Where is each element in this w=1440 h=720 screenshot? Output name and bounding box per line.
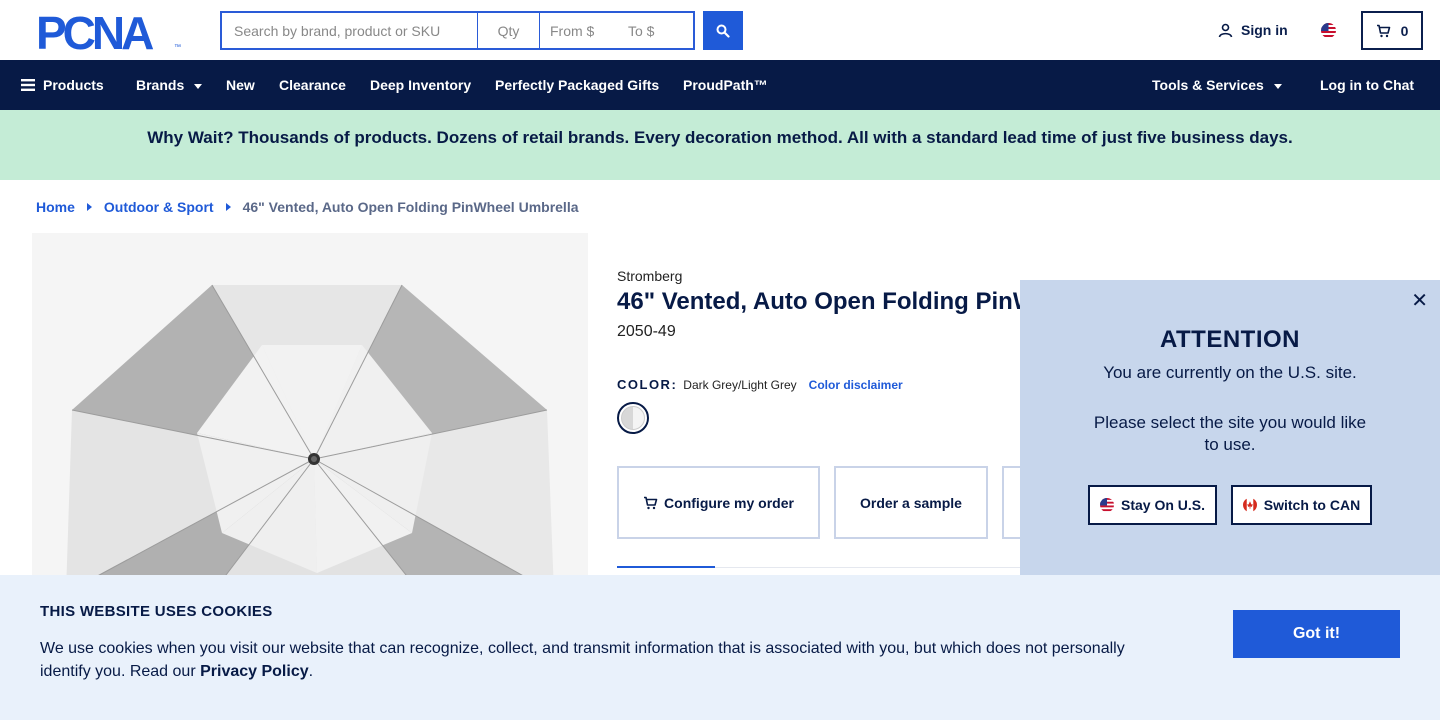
- search-bar: [220, 11, 743, 50]
- nav-deep-inventory-label: Deep Inventory: [370, 77, 472, 93]
- nav-chat-login[interactable]: Log in to Chat: [1320, 77, 1414, 93]
- product-image[interactable]: [32, 233, 588, 633]
- site-selector-modal: ✕ ATTENTION You are currently on the U.S…: [1020, 280, 1440, 575]
- color-swatch[interactable]: [617, 402, 649, 434]
- cookie-title: THIS WEBSITE USES COOKIES: [40, 603, 273, 620]
- attention-prompt: Please select the site you would like to…: [1093, 413, 1367, 454]
- nav-clearance[interactable]: Clearance: [279, 77, 346, 93]
- cookie-accept-button[interactable]: Got it!: [1233, 610, 1400, 658]
- cart-icon: [1376, 24, 1390, 37]
- top-header: PCNA ™ Sign in: [0, 0, 1440, 60]
- color-swatch-fill: [621, 406, 645, 430]
- user-icon: [1218, 23, 1233, 37]
- stay-us-label: Stay On U.S.: [1120, 497, 1206, 513]
- logo-text: PCNA: [36, 12, 153, 50]
- nav-tools-label: Tools & Services: [1152, 77, 1264, 93]
- chevron-down-icon: [194, 83, 203, 89]
- sign-in-label: Sign in: [1241, 22, 1288, 38]
- order-sample-label: Order a sample: [860, 494, 962, 511]
- active-tab-indicator: [617, 566, 715, 568]
- attention-current-site: You are currently on the U.S. site.: [1103, 363, 1357, 382]
- nav-deep-inventory[interactable]: Deep Inventory: [370, 77, 471, 93]
- switch-can-label: Switch to CAN: [1263, 497, 1361, 513]
- cart-button[interactable]: 0: [1361, 11, 1423, 50]
- color-disclaimer-link[interactable]: Color disclaimer: [809, 378, 903, 392]
- switch-can-button[interactable]: Switch to CAN: [1231, 485, 1372, 525]
- chevron-down-icon: [1273, 83, 1282, 89]
- price-to-input[interactable]: [628, 15, 686, 46]
- breadcrumb: Home Outdoor & Sport 46" Vented, Auto Op…: [36, 199, 579, 215]
- stay-us-button[interactable]: Stay On U.S.: [1088, 485, 1217, 525]
- color-row: COLOR: Dark Grey/Light Grey Color discla…: [617, 377, 903, 392]
- nav-chat-label: Log in to Chat: [1320, 77, 1415, 93]
- price-range: [540, 11, 695, 50]
- breadcrumb-category[interactable]: Outdoor & Sport: [104, 199, 214, 215]
- configure-order-label: Configure my order: [664, 494, 794, 511]
- nav-gifts-label: Perfectly Packaged Gifts: [495, 77, 660, 93]
- nav-new-label: New: [226, 77, 255, 93]
- umbrella-image: [32, 233, 588, 633]
- cart-count: 0: [1400, 22, 1409, 39]
- nav-brands-label: Brands: [136, 77, 185, 93]
- price-from-input[interactable]: [550, 15, 608, 46]
- product-title: 46" Vented, Auto Open Folding PinW: [617, 288, 1036, 315]
- page: PCNA ™ Sign in: [0, 0, 1440, 720]
- color-label: COLOR:: [617, 377, 678, 392]
- product-brand[interactable]: Stromberg: [617, 268, 682, 284]
- promo-text: Why Wait? Thousands of products. Dozens …: [147, 128, 1293, 147]
- order-sample-button[interactable]: Order a sample: [834, 466, 988, 539]
- search-input[interactable]: [220, 11, 478, 50]
- privacy-policy-link[interactable]: Privacy Policy: [200, 663, 309, 680]
- breadcrumb-current: 46" Vented, Auto Open Folding PinWheel U…: [242, 199, 579, 215]
- cart-icon: [644, 496, 658, 509]
- nav-new[interactable]: New: [226, 77, 255, 93]
- pcna-logo[interactable]: PCNA ™: [36, 7, 184, 59]
- promo-banner: Why Wait? Thousands of products. Dozens …: [0, 110, 1440, 180]
- nav-proudpath-label: ProudPath™: [683, 77, 768, 93]
- cookie-period: .: [308, 663, 314, 680]
- country-selector[interactable]: [1321, 23, 1336, 43]
- us-flag-icon: [1321, 23, 1336, 38]
- us-flag-icon: [1099, 498, 1114, 512]
- qty-input[interactable]: [478, 11, 540, 50]
- nav-brands[interactable]: Brands: [136, 77, 203, 93]
- breadcrumb-arrow-icon: [86, 203, 92, 211]
- canada-flag-icon: [1242, 498, 1257, 512]
- nav-tools-services[interactable]: Tools & Services: [1152, 77, 1282, 93]
- color-value: Dark Grey/Light Grey: [683, 378, 797, 392]
- close-icon[interactable]: ✕: [1411, 288, 1428, 313]
- product-sku: 2050-49: [617, 323, 676, 340]
- menu-icon: [21, 79, 35, 91]
- search-icon: [716, 24, 730, 38]
- nav-clearance-label: Clearance: [279, 77, 346, 93]
- nav-proudpath[interactable]: ProudPath™: [683, 77, 768, 93]
- tab-divider: [715, 567, 1020, 568]
- attention-title: ATTENTION: [1159, 326, 1301, 353]
- cookie-banner: THIS WEBSITE USES COOKIES We use cookies…: [0, 575, 1440, 720]
- configure-order-button[interactable]: Configure my order: [617, 466, 820, 539]
- cookie-text: We use cookies when you visit our websit…: [40, 637, 1150, 683]
- nav-gifts[interactable]: Perfectly Packaged Gifts: [495, 77, 659, 93]
- main-nav: Products Brands New Clearance Deep Inven…: [0, 60, 1440, 110]
- nav-products[interactable]: Products: [21, 77, 104, 93]
- search-button[interactable]: [703, 11, 743, 50]
- nav-products-label: Products: [43, 77, 104, 93]
- breadcrumb-arrow-icon: [225, 203, 231, 211]
- svg-text:™: ™: [174, 44, 181, 50]
- breadcrumb-home[interactable]: Home: [36, 199, 75, 215]
- sign-in-link[interactable]: Sign in: [1218, 22, 1288, 38]
